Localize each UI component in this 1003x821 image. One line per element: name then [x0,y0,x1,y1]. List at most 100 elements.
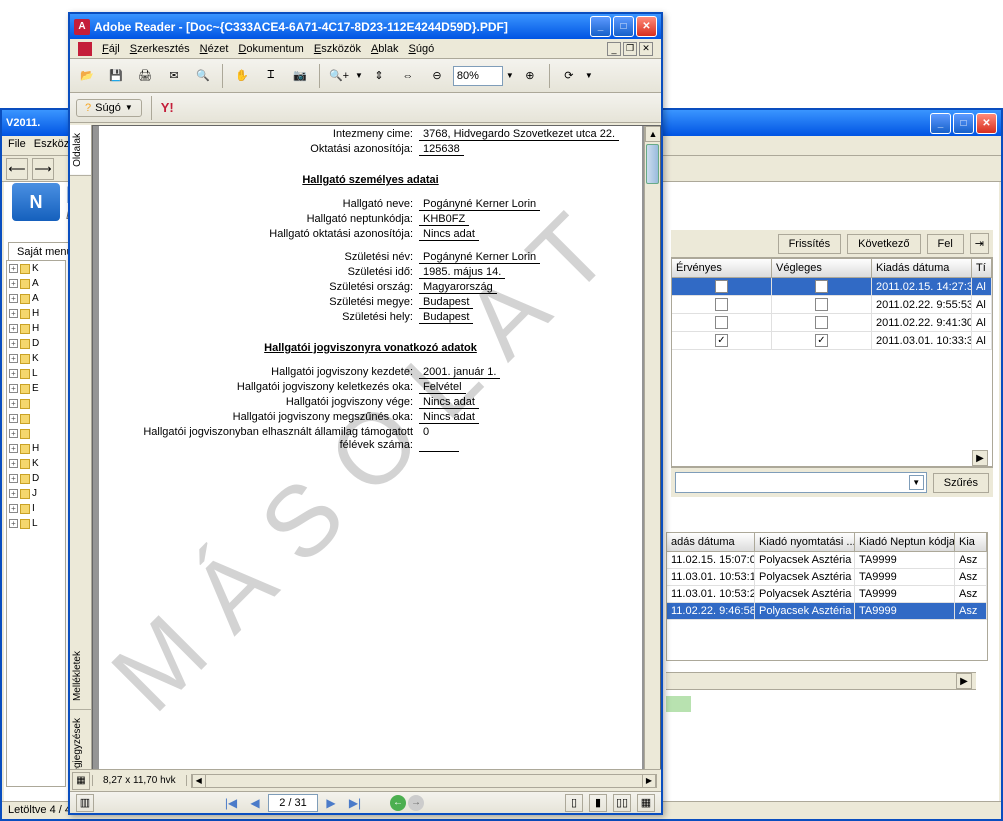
hscroll-left-icon[interactable]: ◀ [192,774,206,788]
scroll-up-icon[interactable]: ▲ [645,126,661,142]
bg-forward-button[interactable]: ⟶ [32,158,54,180]
upper-grid[interactable]: Érvényes Végleges Kiadás dátuma Tí 2011.… [671,258,993,467]
dropdown-arrow-icon[interactable]: ▼ [909,475,924,490]
lower-grid[interactable]: adás dátuma Kiadó nyomtatási ... Kiadó N… [666,532,988,661]
next-page-icon[interactable]: ▶ [320,794,342,812]
col-adas[interactable]: adás dátuma [667,533,755,551]
bg-menu-file[interactable]: File [8,138,26,153]
tree-item[interactable]: +H [7,441,65,456]
continuous-facing-icon[interactable]: ▦ [637,794,655,812]
select-tool-icon[interactable]: Ꮖ [258,63,284,89]
zoom-input[interactable] [453,66,503,86]
zoom-out-icon[interactable]: ⊖ [424,63,450,89]
doc-restore-button[interactable]: ❐ [623,42,637,56]
col-vegleges[interactable]: Végleges [772,259,872,277]
tree-item[interactable]: + [7,396,65,411]
doc-close-button[interactable]: ✕ [639,42,653,56]
vertical-scrollbar[interactable]: ▲ ▼ [644,126,660,790]
tree-item[interactable]: +K [7,261,65,276]
menu-file[interactable]: Fájl [102,43,120,55]
col-kiado-ny[interactable]: Kiadó nyomtatási ... [755,533,855,551]
fit-width-icon[interactable]: ⇔ [395,63,421,89]
print-icon[interactable]: 🖨 [132,63,158,89]
filter-button[interactable]: Szűrés [933,473,989,493]
tree-item[interactable]: +I [7,501,65,516]
tree-item[interactable]: +E [7,381,65,396]
layout-icon[interactable]: ▦ [72,772,90,790]
tree-item[interactable]: +A [7,291,65,306]
nav-forward-icon[interactable]: → [408,795,424,811]
doc-minimize-button[interactable]: _ [607,42,621,56]
tree-item[interactable]: +L [7,516,65,531]
yahoo-icon[interactable]: Y! [161,100,174,115]
snapshot-icon[interactable]: 📷 [287,63,313,89]
table-row[interactable]: 2011.02.22. 9:55:53Al [672,296,992,314]
col-ti[interactable]: Tí [972,259,992,277]
tree-item[interactable]: + [7,411,65,426]
zoom-plus-icon[interactable]: ⊕ [517,63,543,89]
table-row[interactable]: 11.03.01. 10:53:1Polyacsek AsztériaTA999… [667,569,987,586]
hscroll-right-icon[interactable]: ▶ [642,774,656,788]
table-row[interactable]: 11.03.01. 10:53:2Polyacsek AsztériaTA999… [667,586,987,603]
menu-view[interactable]: Nézet [200,43,229,55]
bg-back-button[interactable]: ⟵ [6,158,28,180]
menu-document[interactable]: Dokumentum [238,43,303,55]
bg-maximize-button[interactable]: □ [953,113,974,134]
search-icon[interactable]: 🔍 [190,63,216,89]
tab-pages[interactable]: Oldalak [70,125,91,176]
open-icon[interactable]: 📂 [74,63,100,89]
tree-item[interactable]: +D [7,336,65,351]
menu-help[interactable]: Súgó [408,43,434,55]
tree-area[interactable]: +K+A+A+H+H+D+K+L+E++++H+K+D+J+I+L [6,260,66,787]
nav-back-icon[interactable]: ← [390,795,406,811]
filter-dropdown[interactable]: ▼ [675,472,927,493]
tree-item[interactable]: + [7,426,65,441]
zoom-in-icon[interactable]: 🔍+ [326,63,352,89]
tree-item[interactable]: +K [7,351,65,366]
single-page-icon[interactable]: ▯ [565,794,583,812]
doc-area[interactable]: MÁSOLAT Intezmeny cime:3768, Hidvegardo … [92,125,661,791]
save-icon[interactable]: 💾 [103,63,129,89]
prev-page-icon[interactable]: ◀ [244,794,266,812]
last-page-icon[interactable]: ▶| [344,794,366,812]
up-button[interactable]: Fel [927,234,964,254]
col-kiado-neptun[interactable]: Kiadó Neptun kódja [855,533,955,551]
refresh-button[interactable]: Frissítés [778,234,842,254]
scroll-thumb[interactable] [646,144,659,184]
tree-item[interactable]: +L [7,366,65,381]
col-kia[interactable]: Kia [955,533,987,551]
menu-tools[interactable]: Eszközök [314,43,361,55]
menu-edit[interactable]: Szerkesztés [130,43,190,55]
table-row[interactable]: ✓✓2011.03.01. 10:33:3Al [672,332,992,350]
continuous-icon[interactable]: ▮ [589,794,607,812]
pin-icon[interactable]: ⇥ [970,233,989,254]
email-icon[interactable]: ✉ [161,63,187,89]
page-number-input[interactable] [268,794,318,812]
col-kiadas[interactable]: Kiadás dátuma [872,259,972,277]
fit-height-icon[interactable]: ⇕ [366,63,392,89]
facing-icon[interactable]: ▯▯ [613,794,631,812]
hand-tool-icon[interactable]: ✋ [229,63,255,89]
adobe-maximize-button[interactable]: □ [613,16,634,37]
help-button[interactable]: ? Súgó ▼ [76,99,142,117]
table-row[interactable]: 2011.02.15. 14:27:3Al [672,278,992,296]
menu-window[interactable]: Ablak [371,43,399,55]
tree-item[interactable]: +A [7,276,65,291]
adobe-titlebar[interactable]: A Adobe Reader - [Doc~{C333ACE4-6A71-4C1… [70,14,661,39]
next-button[interactable]: Következő [847,234,920,254]
rotate-icon[interactable]: ⟳ [556,63,582,89]
tree-item[interactable]: +H [7,321,65,336]
bg-minimize-button[interactable]: _ [930,113,951,134]
col-ervenyes[interactable]: Érvényes [672,259,772,277]
tree-item[interactable]: +D [7,471,65,486]
first-page-icon[interactable]: |◀ [220,794,242,812]
table-row[interactable]: 11.02.15. 15:07:0Polyacsek AsztériaTA999… [667,552,987,569]
thumbnails-icon[interactable]: ▥ [76,794,94,812]
scroll-right-icon[interactable]: ▶ [972,450,988,466]
adobe-minimize-button[interactable]: _ [590,16,611,37]
scroll-right2-icon[interactable]: ▶ [956,673,972,689]
bg-close-button[interactable]: ✕ [976,113,997,134]
tab-attachments[interactable]: Mellékletek [70,643,91,710]
tree-item[interactable]: +H [7,306,65,321]
table-row[interactable]: 2011.02.22. 9:41:30Al [672,314,992,332]
